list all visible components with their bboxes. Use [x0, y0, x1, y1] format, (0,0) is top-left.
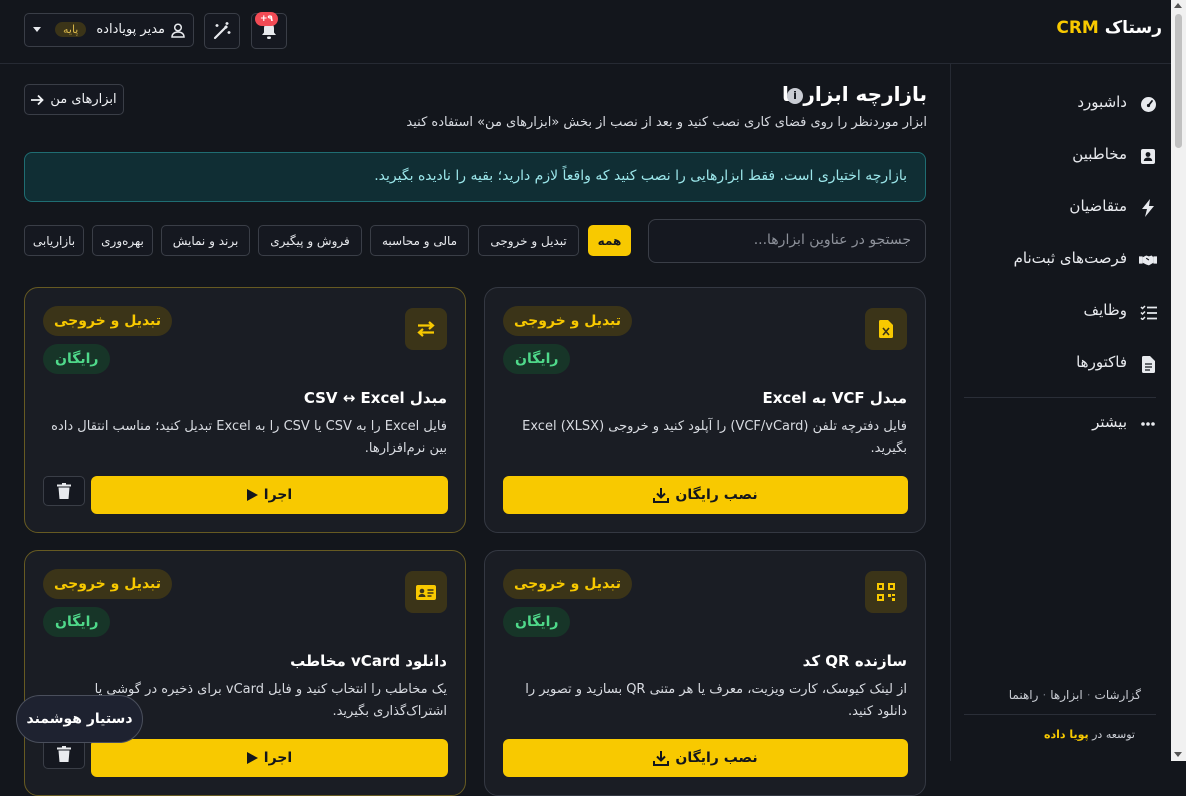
filter-chip-sales[interactable]: فروش و پیگیری [258, 225, 362, 256]
footer-link-help[interactable]: راهنما [1009, 688, 1039, 702]
page-title: بازارچه ابزارها [782, 82, 927, 106]
tool-title: مبدل CSV ↔ Excel [303, 389, 447, 407]
price-badge: رایگان [43, 607, 111, 637]
sidebar-item-invoices[interactable]: فاکتورها [951, 343, 1171, 383]
chevron-down-icon [33, 27, 41, 32]
trash-icon [57, 483, 71, 499]
developer-credit: توسعه در پویا داده [1043, 728, 1135, 741]
plan-badge: پایه [55, 22, 87, 37]
sidebar-item-enrollment-opportunities[interactable]: فرصت‌های ثبت‌نام [951, 239, 1171, 279]
page-scrollbar[interactable] [1171, 0, 1186, 761]
category-badge: تبدیل و خروجی [503, 569, 633, 599]
qr-code-icon [865, 571, 907, 613]
filter-chip-brand[interactable]: برند و نمایش [161, 225, 250, 256]
sidebar-item-label: وظایف [1083, 301, 1127, 319]
filter-chip-marketing[interactable]: بازاریابی [24, 225, 84, 256]
contacts-icon [1139, 147, 1157, 165]
filter-chip-productivity[interactable]: بهره‌وری [92, 225, 153, 256]
brand-logo[interactable]: رستاک CRM [1056, 18, 1162, 38]
download-icon [653, 750, 670, 766]
scrollbar-thumb[interactable] [1175, 14, 1182, 148]
scroll-up-icon[interactable] [1174, 3, 1182, 8]
tool-card: تبدیل و خروجی رایگان دانلود vCard مخاطب … [24, 550, 466, 796]
install-free-button[interactable]: نصب رایگان [503, 739, 908, 777]
bolt-icon [1139, 199, 1157, 217]
run-button[interactable]: اجرا [91, 476, 448, 514]
sidebar-divider [964, 397, 1156, 398]
invoice-icon [1139, 355, 1157, 373]
sidebar-item-label: داشبورد [1077, 93, 1127, 111]
contact-card-icon [405, 571, 447, 613]
tool-description: فایل دفترچه تلفن (VCF/vCard) را آپلود کن… [522, 419, 907, 456]
swap-arrows-icon [405, 308, 447, 350]
price-badge: رایگان [503, 344, 571, 374]
tasks-icon [1139, 303, 1157, 321]
tool-card: تبدیل و خروجی رایگان مبدل VCF به Excel ف… [484, 287, 926, 533]
sidebar-divider [964, 714, 1156, 715]
magic-wand-icon [213, 22, 231, 40]
search-box[interactable] [648, 219, 926, 263]
download-icon [653, 487, 670, 503]
category-badge: تبدیل و خروجی [43, 569, 173, 599]
smart-assistant-button[interactable]: دستیار هوشمند [16, 695, 143, 743]
info-alert: بازارچه اختیاری است. فقط ابزارهایی را نص… [24, 152, 926, 202]
sidebar-item-dashboard[interactable]: داشبورد [951, 83, 1171, 123]
tool-title: سازنده QR کد [802, 652, 907, 670]
tool-card: تبدیل و خروجی رایگان مبدل CSV ↔ Excel فا… [24, 287, 466, 533]
price-badge: رایگان [503, 607, 571, 637]
category-badge: تبدیل و خروجی [43, 306, 173, 336]
footer-link-reports[interactable]: گزارشات [1095, 688, 1141, 702]
excel-file-icon [865, 308, 907, 350]
magic-wand-button[interactable] [204, 13, 240, 49]
developer-link[interactable]: پویا داده [1044, 728, 1089, 741]
filter-chip-all[interactable]: همه [588, 225, 631, 256]
arrow-right-icon [31, 94, 45, 105]
tool-title: دانلود vCard مخاطب [290, 652, 447, 670]
page-subtitle: ابزار موردنظر را روی فضای کاری نصب کنید … [406, 115, 927, 130]
tool-description: فایل Excel را به CSV یا CSV را به Excel … [51, 419, 447, 456]
notification-count-badge: +۹ [255, 12, 279, 26]
filter-chip-conversion[interactable]: تبدیل و خروجی [478, 225, 579, 256]
sidebar-item-label: بیشتر [1092, 413, 1127, 431]
delete-button[interactable] [43, 476, 85, 506]
sidebar-item-applicants[interactable]: متقاضیان [951, 187, 1171, 227]
tool-card: تبدیل و خروجی رایگان سازنده QR کد از لین… [484, 550, 926, 796]
filter-chip-finance[interactable]: مالی و محاسبه [370, 225, 469, 256]
sidebar-item-label: فاکتورها [1076, 353, 1127, 371]
play-icon [246, 752, 258, 764]
trash-icon [57, 746, 71, 762]
sidebar-item-contacts[interactable]: مخاطبین [951, 135, 1171, 175]
search-input[interactable] [659, 231, 913, 249]
more-dots-icon [1139, 415, 1157, 433]
user-menu[interactable]: مدیر پویاداده پایه [24, 13, 194, 47]
footer-link-tools[interactable]: ابزارها [1050, 688, 1082, 702]
my-tools-label: ابزارهای من [50, 92, 117, 107]
sidebar-item-more[interactable]: بیشتر [951, 403, 1171, 443]
user-icon [171, 23, 185, 42]
run-button[interactable]: اجرا [91, 739, 448, 777]
tool-title: مبدل VCF به Excel [762, 389, 907, 407]
info-icon[interactable]: i [787, 88, 803, 104]
sidebar-item-label: مخاطبین [1072, 145, 1127, 163]
user-name: مدیر پویاداده [96, 22, 165, 37]
dashboard-icon [1139, 95, 1157, 113]
my-tools-button[interactable]: ابزارهای من [24, 84, 124, 115]
scroll-down-icon[interactable] [1174, 752, 1182, 757]
sidebar-item-tasks[interactable]: وظایف [951, 291, 1171, 331]
category-badge: تبدیل و خروجی [503, 306, 633, 336]
play-icon [246, 489, 258, 501]
sidebar-footer-links: گزارشات·ابزارها·راهنما [1008, 688, 1141, 702]
handshake-icon [1139, 251, 1157, 269]
price-badge: رایگان [43, 344, 111, 374]
sidebar: داشبورد مخاطبین متقاضیان فرصت‌های ثبت‌نا… [950, 64, 1171, 761]
sidebar-item-label: متقاضیان [1069, 197, 1127, 215]
install-free-button[interactable]: نصب رایگان [503, 476, 908, 514]
delete-button[interactable] [43, 739, 85, 769]
alert-text: بازارچه اختیاری است. فقط ابزارهایی را نص… [374, 168, 907, 184]
tool-description: از لینک کیوسک، کارت ویزیت، معرف یا هر مت… [525, 682, 907, 719]
sidebar-item-label: فرصت‌های ثبت‌نام [1013, 249, 1127, 267]
